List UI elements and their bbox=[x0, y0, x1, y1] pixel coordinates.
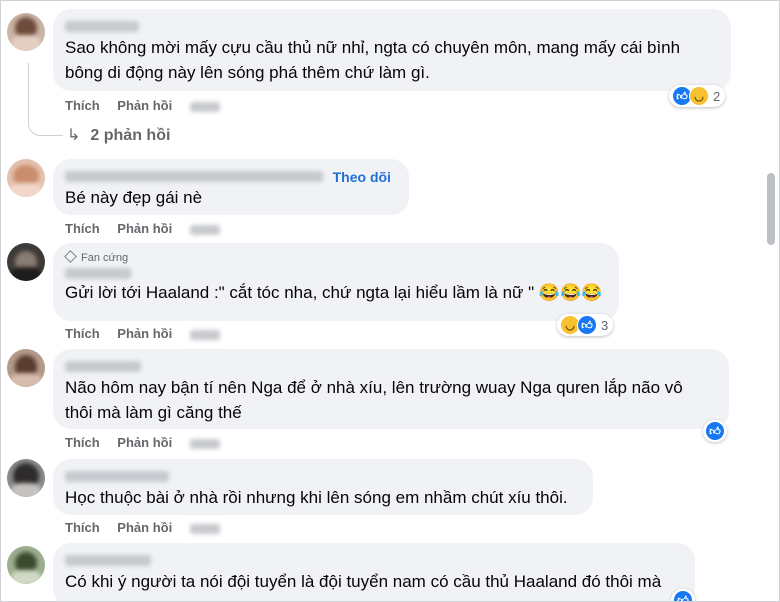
view-replies-link[interactable]: ↳ 2 phản hồi bbox=[67, 125, 170, 145]
reply-link[interactable]: Phản hồi bbox=[117, 520, 172, 535]
comment-actions: Thích Phản hồi bbox=[65, 326, 234, 341]
avatar[interactable] bbox=[7, 546, 45, 584]
timestamp[interactable] bbox=[189, 224, 220, 235]
commenter-name[interactable] bbox=[65, 471, 169, 483]
avatar[interactable] bbox=[7, 459, 45, 497]
timestamp[interactable] bbox=[189, 101, 220, 112]
like-link[interactable]: Thích bbox=[65, 98, 100, 113]
commenter-name[interactable] bbox=[65, 268, 131, 280]
comment-actions: Thích Phản hồi bbox=[65, 98, 234, 113]
comment-text: thôi mà làm gì căng thế bbox=[65, 403, 242, 422]
haha-icon: ◡ bbox=[689, 86, 709, 106]
thread-line bbox=[28, 63, 63, 136]
timestamp[interactable] bbox=[189, 523, 220, 534]
like-link[interactable]: Thích bbox=[65, 520, 100, 535]
replies-count-label: 2 phản hồi bbox=[90, 127, 171, 144]
follow-button[interactable]: Theo dõi bbox=[333, 169, 391, 185]
like-icon: 👍︎ bbox=[673, 590, 693, 601]
comment-bubble: Não hôm nay bận tí nên Nga để ở nhà xíu,… bbox=[53, 349, 729, 429]
comment-bubble: Fan cứng Gửi lời tới Haaland :" cắt tóc … bbox=[53, 243, 619, 321]
comment-text: Học thuộc bài ở nhà rồi nhưng khi lên só… bbox=[65, 488, 568, 507]
timestamp[interactable] bbox=[189, 329, 220, 340]
reply-link[interactable]: Phản hồi bbox=[117, 98, 172, 113]
reaction-summary[interactable]: 👍︎ bbox=[671, 589, 695, 601]
comment-actions: Thích Phản hồi bbox=[65, 520, 234, 535]
reaction-count: 2 bbox=[713, 88, 721, 104]
reaction-summary[interactable]: 👍︎ bbox=[703, 420, 727, 442]
scrollbar[interactable] bbox=[767, 173, 775, 245]
comment-bubble: Học thuộc bài ở nhà rồi nhưng khi lên só… bbox=[53, 459, 593, 515]
reaction-summary[interactable]: 👍︎ ◡ 2 bbox=[669, 85, 726, 107]
avatar[interactable] bbox=[7, 13, 45, 51]
reply-arrow-icon: ↳ bbox=[67, 127, 81, 144]
reply-link[interactable]: Phản hồi bbox=[117, 326, 172, 341]
reply-link[interactable]: Phản hồi bbox=[117, 435, 172, 450]
like-link[interactable]: Thích bbox=[65, 221, 100, 236]
comment-bubble: Có khi ý người ta nói đội tuyển là đội t… bbox=[53, 543, 695, 601]
commenter-name[interactable] bbox=[65, 555, 151, 567]
comment-section: Sao không mời mấy cựu cầu thủ nữ nhỉ, ng… bbox=[0, 0, 780, 602]
commenter-name[interactable] bbox=[65, 171, 323, 183]
like-icon: 👍︎ bbox=[577, 315, 597, 335]
avatar[interactable] bbox=[7, 243, 45, 281]
comment-text: Có khi ý người ta nói đội tuyển là đội t… bbox=[65, 572, 662, 591]
comment-actions: Thích Phản hồi bbox=[65, 435, 234, 450]
avatar[interactable] bbox=[7, 159, 45, 197]
comment-text: Não hôm nay bận tí nên Nga để ở nhà xíu,… bbox=[65, 378, 683, 397]
comment-text: Bé này đẹp gái nè bbox=[65, 188, 203, 207]
like-link[interactable]: Thích bbox=[65, 326, 100, 341]
commenter-name[interactable] bbox=[65, 21, 139, 33]
fan-badge: Fan cứng bbox=[64, 250, 605, 266]
comment-text: Gửi lời tới Haaland :" cắt tóc nha, chứ … bbox=[65, 283, 603, 302]
like-link[interactable]: Thích bbox=[65, 435, 100, 450]
diamond-icon bbox=[64, 250, 77, 263]
like-icon: 👍︎ bbox=[705, 421, 725, 441]
fan-badge-label: Fan cứng bbox=[81, 252, 129, 264]
comment-bubble: Sao không mời mấy cựu cầu thủ nữ nhỉ, ng… bbox=[53, 9, 731, 91]
reaction-summary[interactable]: ◡ 👍︎ 3 bbox=[557, 314, 614, 336]
comment-text: bông di động này lên sóng phá thêm chứ l… bbox=[65, 63, 430, 82]
comment-bubble: Theo dõi Bé này đẹp gái nè bbox=[53, 159, 409, 215]
reply-link[interactable]: Phản hồi bbox=[117, 221, 172, 236]
avatar[interactable] bbox=[7, 349, 45, 387]
reaction-count: 3 bbox=[601, 317, 609, 333]
comment-text: Sao không mời mấy cựu cầu thủ nữ nhỉ, ng… bbox=[65, 38, 681, 57]
timestamp[interactable] bbox=[189, 438, 220, 449]
commenter-name[interactable] bbox=[65, 361, 141, 373]
comment-actions: Thích Phản hồi bbox=[65, 221, 234, 236]
